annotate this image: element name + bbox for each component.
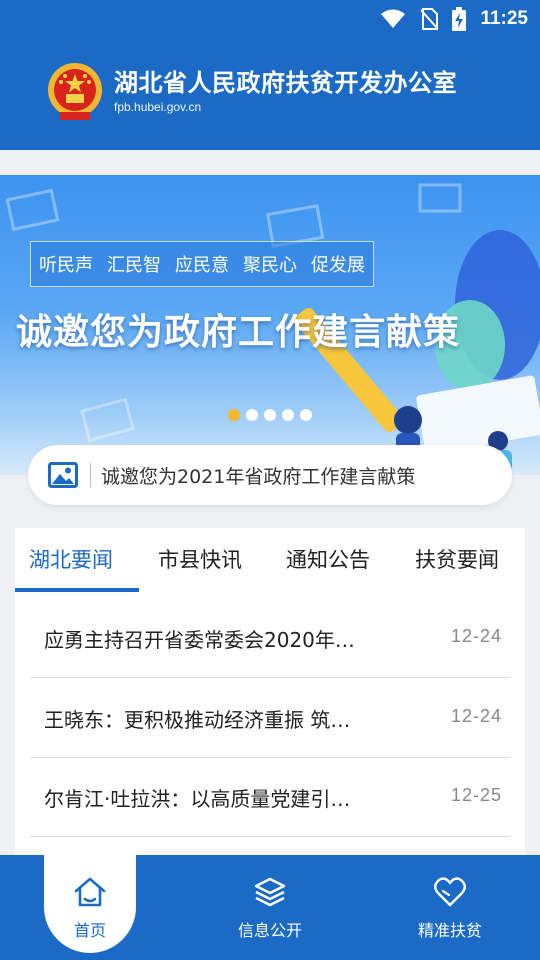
banner-tag: 听民声	[39, 255, 93, 276]
carousel-dot[interactable]	[246, 409, 258, 421]
image-icon	[48, 462, 78, 488]
active-tab-indicator	[15, 588, 139, 592]
news-row[interactable]: 应勇主持召开省委常委会2020年… 12-24	[30, 598, 510, 678]
carousel-dot-active[interactable]	[228, 409, 240, 421]
news-row[interactable]: 尔肯江·吐拉洪：以高质量党建引… 12-25	[30, 757, 510, 837]
news-date: 12-25	[450, 785, 502, 805]
app-header: 11:25 湖北省人民政府扶贫开发办公室 fpb.hubei.gov.cn	[0, 0, 540, 150]
tab-hubei-news[interactable]: 湖北要闻	[29, 544, 113, 574]
nav-home[interactable]: 首页	[0, 855, 180, 960]
tab-city-county-news[interactable]: 市县快讯	[158, 544, 242, 574]
status-time: 11:25	[480, 8, 528, 29]
wifi-icon	[381, 9, 406, 28]
news-tabs: 湖北要闻 市县快讯 通知公告 扶贫要闻	[15, 528, 525, 592]
nav-info-disclosure[interactable]: 信息公开	[180, 855, 360, 960]
battery-charging-icon	[452, 7, 467, 31]
header-subtitle: fpb.hubei.gov.cn	[114, 100, 202, 114]
banner-carousel[interactable]: 听民声 汇民智 应民意 聚民心 促发展 诚邀您为政府工作建言献策	[0, 175, 540, 475]
status-bar: 11:25	[0, 0, 540, 38]
banner-caption[interactable]: 诚邀您为2021年省政府工作建言献策	[28, 445, 512, 505]
nav-poverty-label: 精准扶贫	[417, 921, 482, 940]
carousel-dot[interactable]	[300, 409, 312, 421]
header-title: 湖北省人民政府扶贫开发办公室	[114, 69, 457, 97]
news-title: 应勇主持召开省委常委会2020年…	[44, 628, 355, 652]
nav-precise-poverty-alleviation[interactable]: 精准扶贫	[360, 855, 540, 960]
bottom-nav: 首页 信息公开 精准扶贫	[0, 855, 540, 960]
nav-home-label: 首页	[73, 921, 106, 940]
no-sim-icon	[420, 8, 439, 30]
news-date: 12-24	[450, 626, 502, 646]
heart-icon	[434, 877, 466, 907]
banner-tag: 应民意	[175, 255, 229, 276]
banner-tag: 聚民心	[243, 255, 297, 276]
home-icon	[74, 877, 106, 907]
carousel-dot[interactable]	[282, 409, 294, 421]
tab-poverty-news[interactable]: 扶贫要闻	[415, 544, 499, 574]
banner-tag: 汇民智	[107, 255, 161, 276]
carousel-indicator	[228, 409, 312, 421]
banner-headline: 诚邀您为政府工作建言献策	[16, 312, 461, 353]
caption-divider	[90, 463, 91, 487]
brand: 湖北省人民政府扶贫开发办公室 fpb.hubei.gov.cn	[46, 60, 457, 122]
tab-notices[interactable]: 通知公告	[286, 544, 370, 574]
banner-tags: 听民声 汇民智 应民意 聚民心 促发展	[30, 241, 374, 287]
layers-icon	[254, 877, 286, 907]
carousel-dot[interactable]	[264, 409, 276, 421]
caption-text: 诚邀您为2021年省政府工作建言献策	[101, 465, 416, 488]
news-title: 王晓东：更积极推动经济重振 筑…	[44, 708, 351, 732]
banner-tag: 促发展	[311, 255, 365, 276]
nav-info-label: 信息公开	[237, 921, 302, 940]
national-emblem-icon	[48, 63, 102, 120]
news-title: 尔肯江·吐拉洪：以高质量党建引…	[44, 787, 351, 811]
news-date: 12-24	[450, 706, 502, 726]
news-panel: 湖北要闻 市县快讯 通知公告 扶贫要闻 应勇主持召开省委常委会2020年… 12…	[15, 528, 525, 860]
news-row[interactable]: 王晓东：更积极推动经济重振 筑… 12-24	[30, 678, 510, 758]
